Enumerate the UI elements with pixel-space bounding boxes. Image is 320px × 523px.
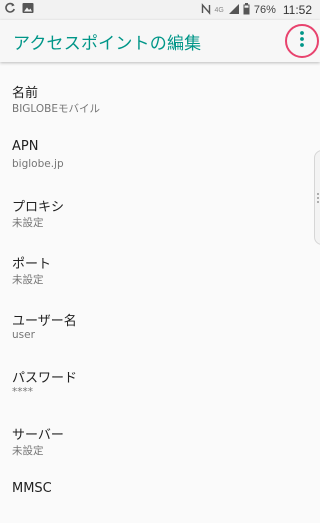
- setting-username[interactable]: ユーザー名 user: [0, 298, 310, 352]
- battery-icon: [243, 2, 250, 18]
- setting-value: 未設定: [12, 274, 44, 286]
- edge-panel-handle[interactable]: [314, 150, 320, 245]
- app-bar: アクセスポイントの編集: [0, 20, 320, 62]
- setting-title: 名前: [12, 86, 39, 101]
- setting-title: ポート: [12, 257, 52, 272]
- sync-icon: [4, 1, 16, 19]
- setting-title: APN: [12, 139, 39, 154]
- setting-port[interactable]: ポート 未設定: [0, 241, 310, 295]
- setting-mmsc[interactable]: MMSC: [0, 469, 310, 523]
- network-type: 4G: [214, 6, 224, 14]
- setting-password[interactable]: パスワード ****: [0, 355, 310, 409]
- setting-value: 未設定: [12, 217, 44, 229]
- setting-title: サーバー: [12, 428, 64, 443]
- more-vert-icon: [299, 30, 305, 52]
- handle-dot: [317, 196, 319, 199]
- setting-title: パスワード: [12, 371, 78, 386]
- setting-proxy[interactable]: プロキシ 未設定: [0, 184, 310, 238]
- handle-dot: [317, 200, 319, 203]
- setting-apn[interactable]: APN biglobe.jp: [0, 127, 310, 181]
- setting-title: ユーザー名: [12, 314, 77, 329]
- status-bar: 4G 76% 11:52: [0, 0, 320, 20]
- setting-value: biglobe.jp: [12, 158, 64, 170]
- setting-value: user: [12, 329, 35, 341]
- page-title: アクセスポイントの編集: [13, 33, 202, 54]
- setting-name[interactable]: 名前 BIGLOBEモバイル: [0, 70, 310, 124]
- image-icon: [22, 1, 34, 19]
- setting-value: ****: [12, 386, 33, 398]
- setting-title: プロキシ: [12, 200, 65, 215]
- clock-time: 11:52: [282, 3, 312, 17]
- setting-value: 未設定: [12, 445, 44, 457]
- setting-title: MMSC: [12, 481, 52, 496]
- handle-dot: [317, 192, 319, 195]
- more-options-button[interactable]: [285, 24, 319, 58]
- setting-server[interactable]: サーバー 未設定: [0, 412, 310, 466]
- nfc-icon: [201, 2, 211, 18]
- setting-value: BIGLOBEモバイル: [12, 103, 101, 115]
- battery-percent: 76%: [253, 4, 276, 16]
- signal-icon: [228, 3, 240, 18]
